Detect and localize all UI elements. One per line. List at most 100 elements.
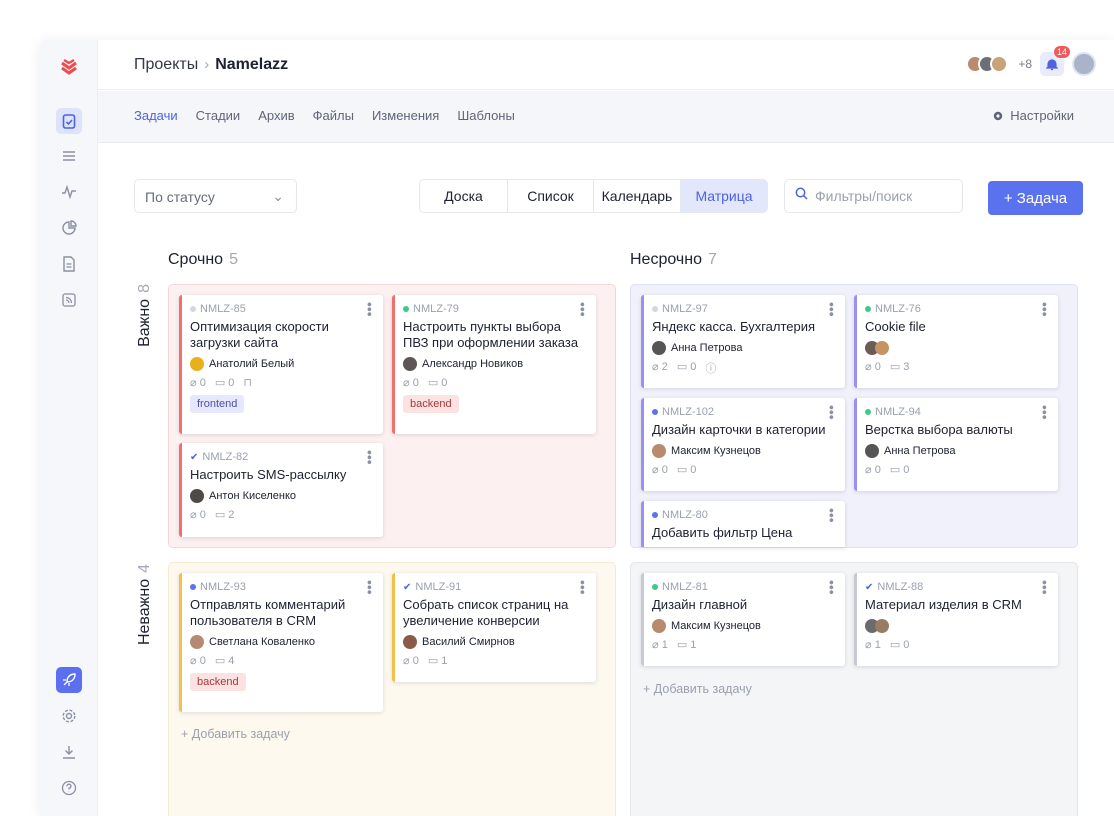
tab-archive[interactable]: Архив [258,108,294,123]
rss-icon[interactable] [56,287,82,313]
task-card[interactable]: NMLZ-79 ••• Настроить пункты выбора ПВЗ … [392,295,596,434]
more-icon[interactable]: ••• [1037,302,1053,317]
attachment-icon: ⌀ 0 [403,655,419,667]
attachment-count: 0 [199,655,206,667]
group-by-value: По статусу [145,189,215,205]
task-tag[interactable]: backend [403,395,459,413]
more-icon[interactable]: ••• [824,405,840,420]
more-icon[interactable]: ••• [362,302,378,317]
settings-label: Настройки [1010,108,1074,123]
view-matrix-button[interactable]: Матрица [681,180,767,212]
task-card[interactable]: ✔ NMLZ-82 ••• Настроить SMS-рассылку Анто… [179,443,383,537]
gear-icon[interactable] [56,703,82,729]
row-header-unimportant: Неважно 4 [136,564,154,694]
list-icon[interactable] [56,143,82,169]
more-icon[interactable]: ••• [362,580,378,595]
help-icon[interactable] [56,775,82,801]
more-icon[interactable]: ••• [824,302,840,317]
task-title: Cookie file [865,319,926,334]
more-icon[interactable]: ••• [824,508,840,523]
more-icon[interactable]: ••• [362,450,378,465]
task-title: Добавить фильтр Цена [652,525,793,540]
group-by-select[interactable]: По статусу ⌄ [134,179,297,213]
task-tag[interactable]: backend [190,673,246,691]
tab-templates[interactable]: Шаблоны [457,108,515,123]
more-icon[interactable]: ••• [1037,405,1053,420]
task-card[interactable]: NMLZ-102 ••• Дизайн карточки в категории… [641,398,845,491]
comment-icon: ▭ 1 [676,639,697,651]
task-tag[interactable]: frontend [190,395,245,413]
project-title: Namelazz [215,56,289,73]
avatar [190,357,204,371]
task-card[interactable]: ✔ NMLZ-88 ••• Материал изделия в CRM ⌀ 1 ▭… [854,573,1058,666]
attachment-count: 0 [412,655,419,667]
task-id: NMLZ-93 [200,581,246,593]
task-card[interactable]: NMLZ-94 ••• Верстка выбора валюты Анна П… [854,398,1058,491]
row-header-important: Важно 8 [136,284,154,414]
task-title: Отправлять комментарий пользователя в CR… [190,597,346,628]
document-icon[interactable] [56,251,82,277]
warning-icon: ⓘ [705,363,717,375]
search-icon [795,187,808,203]
header-actions: +8 14 [966,45,1096,76]
sidebar-rail [40,40,98,816]
notifications-button[interactable]: 14 [1040,45,1071,76]
more-icon[interactable]: ••• [575,580,591,595]
task-title: Материал изделия в CRM [865,597,1022,612]
comment-icon: ▭ 0 [676,361,697,373]
view-list-button[interactable]: Список [508,180,594,212]
add-task-link[interactable]: + Добавить задачу [643,682,752,696]
more-icon[interactable]: ••• [575,302,591,317]
download-icon[interactable] [56,739,82,765]
add-task-link[interactable]: + Добавить задачу [181,727,290,741]
attachment-icon: ⌀ 1 [865,639,881,651]
avatar [875,619,889,633]
tab-tasks[interactable]: Задачи [134,108,178,123]
task-title: Дизайн главной [652,597,748,612]
breadcrumb-root[interactable]: Проекты [134,56,198,73]
tabs-bar: Задачи Стадии Архив Файлы Изменения Шабл… [98,91,1114,143]
attachment-count: 0 [874,361,881,373]
avatar [875,341,889,355]
attachment-count: 0 [199,377,206,389]
task-card[interactable]: NMLZ-76 ••• Cookie file ⌀ 0 ▭ 3 [854,295,1058,388]
search-input[interactable]: Фильтры/поиск [784,179,963,213]
attachment-count: 2 [661,361,668,373]
task-title: Собрать список страниц на увеличение кон… [403,597,569,628]
task-card[interactable]: NMLZ-97 ••• Яндекс касса. Бухгалтерия Ан… [641,295,845,388]
task-card[interactable]: ✔ NMLZ-91 ••• Собрать список страниц на у… [392,573,596,682]
view-calendar-button[interactable]: Календарь [594,180,681,212]
task-card[interactable]: NMLZ-80 ••• Добавить фильтр Цена [641,501,845,547]
pie-chart-icon[interactable] [56,215,82,241]
tab-changes[interactable]: Изменения [372,108,439,123]
avatar [990,55,1009,73]
view-board-button[interactable]: Доска [420,180,508,212]
status-dot [403,306,409,312]
tab-files[interactable]: Файлы [313,108,354,123]
add-task-button[interactable]: + Задача [988,181,1083,215]
more-users-count[interactable]: +8 [1018,57,1032,71]
rocket-icon[interactable] [56,667,82,693]
settings-link[interactable]: Настройки [992,108,1074,123]
attachment-icon: ⌀ 0 [652,464,668,476]
comment-icon: ▭ 0 [427,377,448,389]
tasks-icon[interactable] [56,108,82,134]
team-avatars[interactable] [966,55,1009,73]
task-card[interactable]: NMLZ-93 ••• Отправлять комментарий польз… [179,573,383,712]
comment-count: 1 [690,639,697,651]
status-dot [190,306,196,312]
comment-count: 0 [903,639,910,651]
top-bar: Проекты › Namelazz +8 14 [98,40,1114,90]
more-icon[interactable]: ••• [1037,580,1053,595]
tab-stages[interactable]: Стадии [196,108,241,123]
logo-icon[interactable] [56,54,82,80]
comment-count: 2 [228,509,235,521]
user-avatar[interactable] [1072,52,1096,76]
task-card[interactable]: NMLZ-85 ••• Оптимизация скорости загрузк… [179,295,383,434]
activity-icon[interactable] [56,179,82,205]
app-window: Проекты › Namelazz +8 14 Задачи Стадии Арх… [40,40,1114,816]
task-id: NMLZ-76 [875,303,921,315]
more-icon[interactable]: ••• [824,580,840,595]
task-title: Дизайн карточки в категории [652,422,826,437]
task-card[interactable]: NMLZ-81 ••• Дизайн главной Максим Кузнец… [641,573,845,666]
